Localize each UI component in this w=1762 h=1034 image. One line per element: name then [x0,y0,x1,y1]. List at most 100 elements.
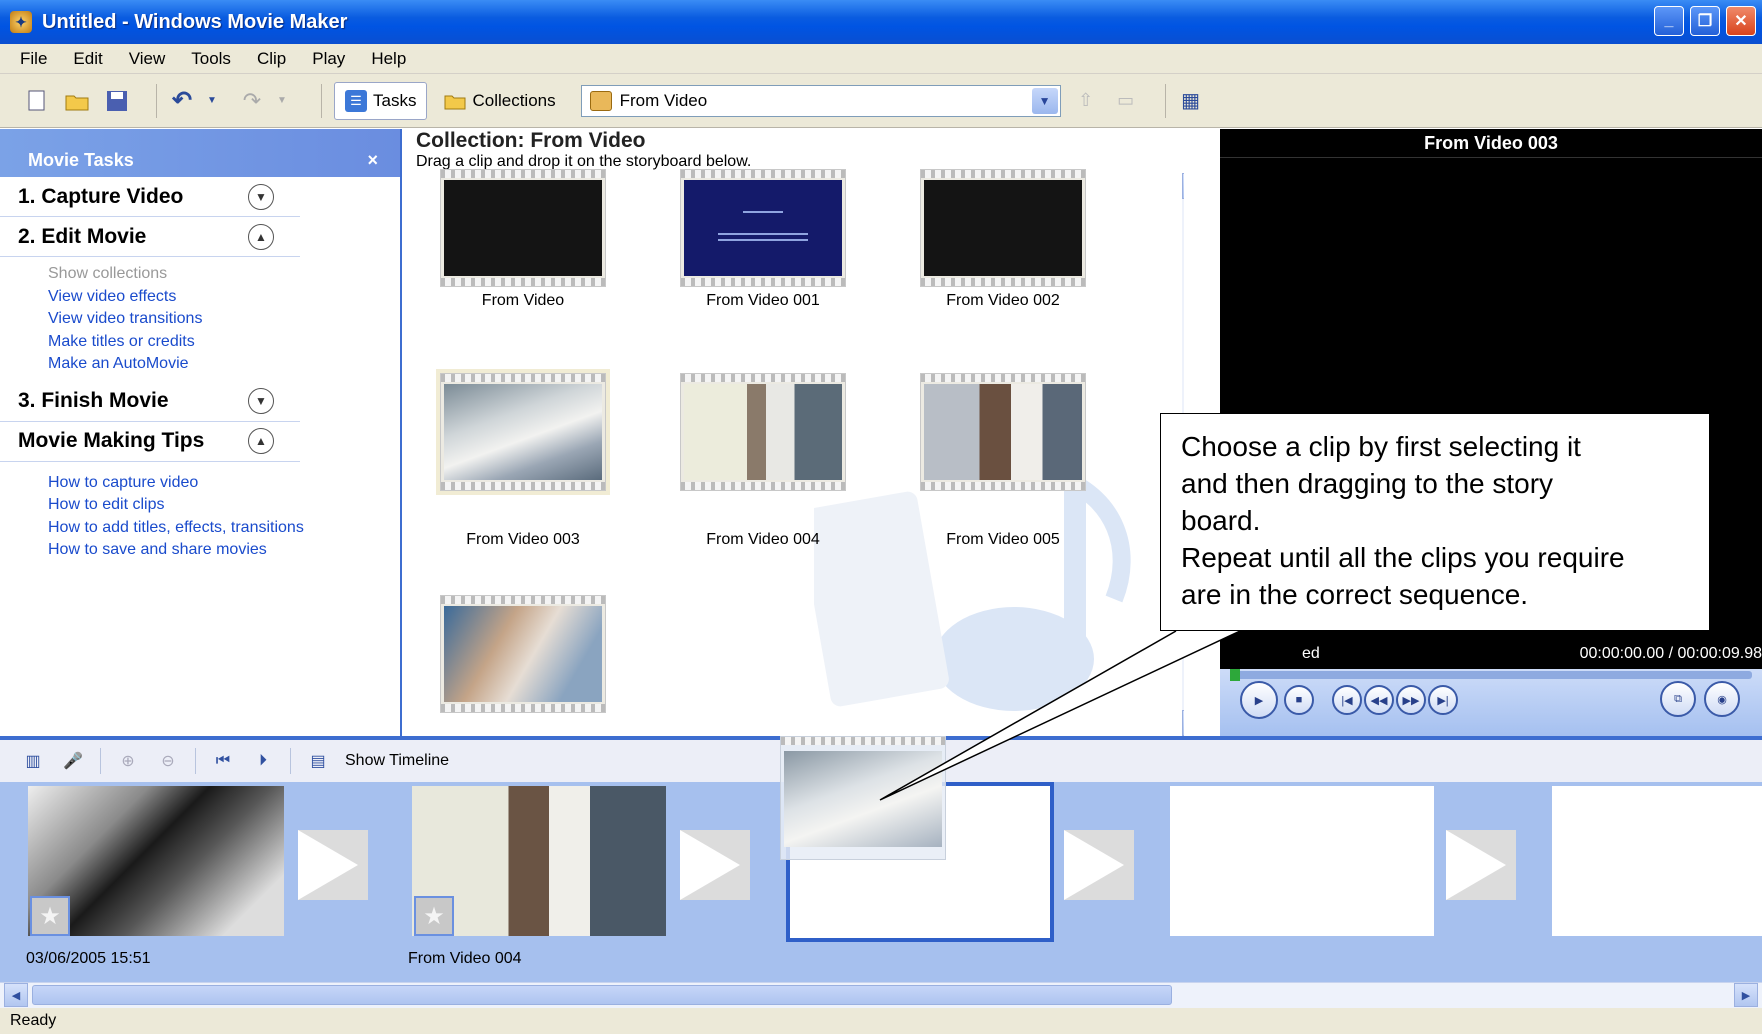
transition-placeholder-icon[interactable] [1446,830,1516,900]
menu-play[interactable]: Play [312,49,345,69]
video-effect-star-icon[interactable]: ★ [414,896,454,936]
section-finish-movie[interactable]: 3. Finish Movie ▼ [0,382,300,422]
clip-label: From Video [481,292,565,309]
menu-help[interactable]: Help [371,49,406,69]
zoom-out-icon[interactable]: ⊖ [155,748,181,774]
chevron-up-icon[interactable]: ▲ [248,428,274,454]
clip-thumbnail[interactable] [920,373,1086,491]
new-project-icon[interactable] [24,88,50,114]
storyboard-empty-cell[interactable] [1170,786,1434,936]
seek-bar[interactable] [1230,669,1752,681]
chevron-up-icon[interactable]: ▲ [248,223,274,250]
save-project-icon[interactable] [104,88,130,114]
split-clip-icon[interactable]: ⧉ [1660,681,1696,717]
collection-dropdown-value: From Video [619,90,708,110]
storyboard-clip[interactable]: ★ [412,786,666,936]
scroll-left-icon[interactable]: ◀ [4,983,28,1007]
link-view-video-transitions[interactable]: View video transitions [48,308,400,331]
toolbar: ↶ ▼ ↷ ▼ ☰ Tasks Collections From Video ▼… [0,74,1762,128]
preview-time: 00:00:00.00 / 00:00:09.98 [1579,645,1762,662]
open-project-icon[interactable] [64,88,90,114]
storyboard-horizontal-scrollbar[interactable]: ◀ ▶ [0,982,1762,1008]
menu-edit[interactable]: Edit [73,49,102,69]
menu-tools[interactable]: Tools [191,49,231,69]
undo-dropdown-icon[interactable]: ▼ [199,88,225,114]
forward-icon[interactable]: ▶▶ [1396,685,1426,715]
chevron-down-icon[interactable]: ▼ [248,183,274,210]
rewind-icon[interactable]: ◀◀ [1364,685,1394,715]
link-add-titles[interactable]: How to add titles, effects, transitions [48,517,400,540]
link-view-video-effects[interactable]: View video effects [48,286,400,309]
link-capture-video[interactable]: How to capture video [48,472,400,495]
video-effect-star-icon[interactable]: ★ [30,896,70,936]
play-storyboard-icon[interactable]: ⏵ [250,748,276,774]
movie-maker-app-icon: ✦ [10,11,32,33]
next-frame-icon[interactable]: ▶| [1428,685,1458,715]
chevron-down-icon[interactable]: ▼ [248,388,274,414]
clip-thumbnail-selected[interactable] [436,369,610,495]
clip-thumbnail[interactable] [440,169,606,287]
transition-placeholder-icon[interactable] [298,830,368,900]
menu-bar: File Edit View Tools Clip Play Help [0,44,1762,74]
minimize-button[interactable]: _ [1654,6,1684,36]
up-level-icon[interactable]: ⇧ [1073,88,1099,114]
set-audio-levels-icon[interactable]: ▥ [20,748,46,774]
callout-line: Choose a clip by first selecting it [1181,431,1581,462]
collection-dropdown[interactable]: From Video ▼ [580,84,1061,117]
section-title: 2. Edit Movie [18,224,147,248]
zoom-in-icon[interactable]: ⊕ [115,748,141,774]
link-make-titles-credits[interactable]: Make titles or credits [48,331,400,354]
tips-links: How to capture video How to edit clips H… [0,462,400,568]
previous-frame-icon[interactable]: |◀ [1332,685,1362,715]
take-picture-icon[interactable]: ◉ [1704,681,1740,717]
undo-icon[interactable]: ↶ [169,87,195,114]
close-tasks-icon[interactable]: × [367,150,378,171]
collections-button[interactable]: Collections [433,82,566,120]
clip-thumbnail[interactable] [920,169,1086,287]
preview-status: ed [1302,645,1320,662]
link-edit-clips[interactable]: How to edit clips [48,494,400,517]
close-button[interactable]: ✕ [1726,6,1756,36]
link-make-automovie[interactable]: Make an AutoMovie [48,353,400,376]
section-capture-video[interactable]: 1. Capture Video ▼ [0,177,300,217]
link-show-collections: Show collections [48,265,168,282]
dragged-clip[interactable] [780,736,946,860]
seek-thumb[interactable] [1230,669,1240,681]
scroll-thumb[interactable] [32,985,1172,1005]
clip-label: From Video 003 [466,531,580,548]
scroll-down-icon[interactable]: ▼ [1182,710,1184,736]
redo-dropdown-icon[interactable]: ▼ [269,88,295,114]
play-icon[interactable]: ▶ [1240,681,1278,719]
section-edit-movie[interactable]: 2. Edit Movie ▲ [0,217,300,257]
callout-line: board. [1181,505,1261,536]
section-movie-making-tips[interactable]: Movie Making Tips ▲ [0,422,300,462]
clip-thumbnail[interactable] [440,595,606,713]
callout-line: are in the correct sequence. [1181,579,1529,610]
narrate-icon[interactable]: 🎤 [60,748,86,774]
menu-clip[interactable]: Clip [257,49,286,69]
clip-thumbnail[interactable] [680,373,846,491]
new-collection-folder-icon[interactable]: ▭ [1113,88,1139,114]
clip-thumbnail[interactable] [680,169,846,287]
tasks-button[interactable]: ☰ Tasks [334,81,428,120]
rewind-storyboard-icon[interactable]: ⏮ [210,748,236,774]
show-timeline-button[interactable]: Show Timeline [345,752,449,770]
storyboard-empty-cell[interactable] [1552,786,1762,936]
menu-file[interactable]: File [20,49,47,69]
link-save-share[interactable]: How to save and share movies [48,539,400,562]
stop-icon[interactable]: ■ [1284,685,1314,715]
window-title: Untitled - Windows Movie Maker [42,10,348,33]
redo-icon[interactable]: ↷ [239,88,265,114]
scroll-right-icon[interactable]: ▶ [1734,983,1758,1007]
callout-line: and then dragging to the story [1181,468,1554,499]
clip-label: From Video 002 [946,292,1060,309]
restore-button[interactable]: ❐ [1690,6,1720,36]
transition-placeholder-icon[interactable] [680,830,750,900]
transition-placeholder-icon[interactable] [1064,830,1134,900]
menu-view[interactable]: View [129,49,166,69]
views-icon[interactable]: ▦ [1178,88,1204,114]
storyboard-clip[interactable]: ★ [28,786,284,936]
scroll-up-icon[interactable]: ▲ [1182,173,1184,199]
playback-controls: ▶ ■ |◀ ◀◀ ▶▶ ▶| ⧉ ◉ [1220,669,1762,736]
chevron-down-icon[interactable]: ▼ [1031,87,1058,114]
